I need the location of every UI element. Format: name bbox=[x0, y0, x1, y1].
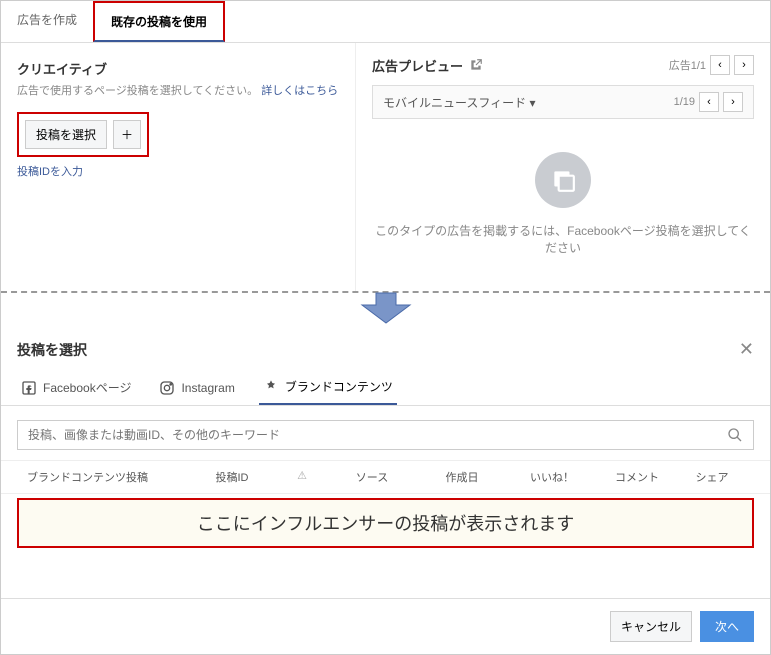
placeholder-icon bbox=[535, 152, 591, 208]
arrow-down-icon bbox=[356, 289, 416, 325]
prev-ad-button[interactable]: ‹ bbox=[710, 55, 730, 75]
top-tabs: 広告を作成 既存の投稿を使用 bbox=[1, 1, 770, 43]
select-post-title: 投稿を選択 bbox=[17, 340, 87, 360]
next-ad-button[interactable]: › bbox=[734, 55, 754, 75]
close-icon[interactable]: ✕ bbox=[739, 339, 754, 360]
preview-title: 広告プレビュー bbox=[372, 56, 463, 75]
tab-instagram[interactable]: Instagram bbox=[155, 370, 238, 405]
col-post: ブランドコンテンツ投稿 bbox=[17, 469, 187, 485]
col-warning: ⚠ bbox=[277, 469, 327, 485]
learn-more-link[interactable]: 詳しくはこちら bbox=[261, 85, 338, 97]
cancel-button[interactable]: キャンセル bbox=[610, 611, 692, 642]
tab-use-existing[interactable]: 既存の投稿を使用 bbox=[93, 1, 225, 42]
tab-create-ad[interactable]: 広告を作成 bbox=[1, 1, 93, 42]
tab-brand-content[interactable]: ブランドコンテンツ bbox=[259, 370, 397, 405]
feed-prev-button[interactable]: ‹ bbox=[699, 92, 719, 112]
col-shares: シェア bbox=[677, 469, 747, 485]
source-tabs: Facebookページ Instagram ブランドコンテンツ bbox=[1, 370, 770, 406]
search-input[interactable] bbox=[28, 428, 727, 442]
result-note: ここにインフルエンサーの投稿が表示されます bbox=[17, 498, 754, 548]
col-id: 投稿ID bbox=[187, 469, 277, 485]
feed-selector[interactable]: モバイルニュースフィード ▾ bbox=[383, 94, 536, 111]
col-comments: コメント bbox=[597, 469, 677, 485]
select-post-button[interactable]: 投稿を選択 bbox=[25, 120, 107, 149]
add-post-button[interactable]: ＋ bbox=[113, 120, 141, 149]
search-icon[interactable] bbox=[727, 427, 743, 443]
creative-title: クリエイティブ bbox=[17, 59, 339, 78]
creative-panel: クリエイティブ 広告で使用するページ投稿を選択してください。 詳しくはこちら 投… bbox=[1, 43, 356, 291]
col-source: ソース bbox=[327, 469, 417, 485]
creative-description: 広告で使用するページ投稿を選択してください。 詳しくはこちら bbox=[17, 82, 339, 98]
next-button[interactable]: 次へ bbox=[700, 611, 754, 642]
enter-post-id-link[interactable]: 投稿IDを入力 bbox=[17, 163, 339, 179]
tab-facebook[interactable]: Facebookページ bbox=[17, 370, 135, 405]
feed-page: 1/19 bbox=[674, 96, 695, 108]
col-likes: いいね！ bbox=[507, 469, 597, 485]
table-header: ブランドコンテンツ投稿 投稿ID ⚠ ソース 作成日 いいね！ コメント シェア bbox=[1, 460, 770, 494]
preview-panel: 広告プレビュー 広告1/1 ‹ › モバイルニュースフィード ▾ 1/19 ‹ … bbox=[356, 43, 770, 291]
feed-next-button[interactable]: › bbox=[723, 92, 743, 112]
ad-count: 広告1/1 bbox=[669, 57, 706, 73]
external-link-icon[interactable] bbox=[469, 58, 483, 72]
col-date: 作成日 bbox=[417, 469, 507, 485]
preview-message: このタイプの広告を掲載するには、Facebookページ投稿を選択してください bbox=[372, 222, 754, 256]
